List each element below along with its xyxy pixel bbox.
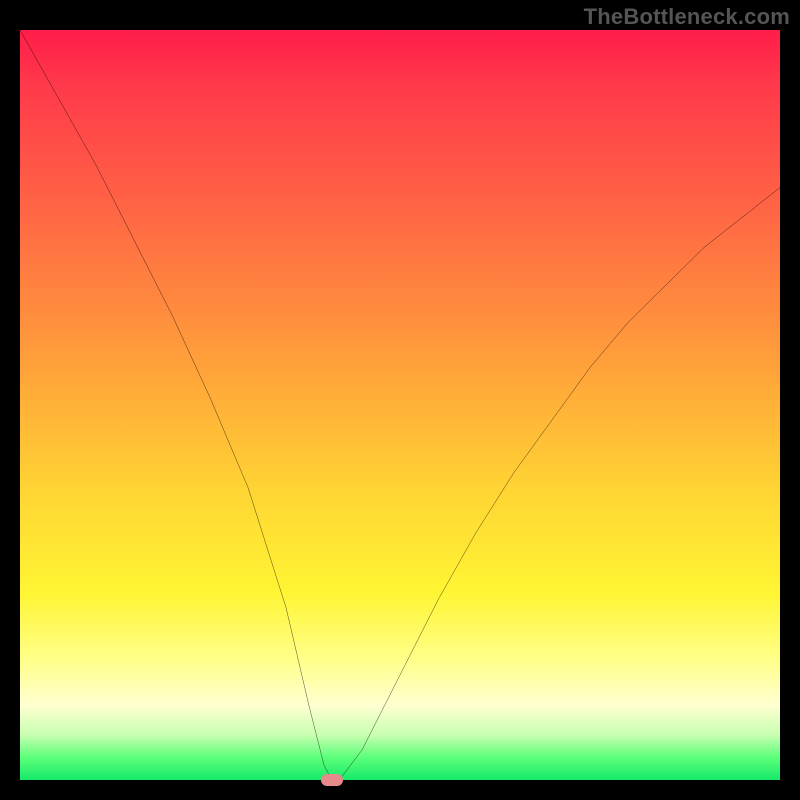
- bottleneck-marker: [321, 774, 343, 786]
- bottleneck-curve: [20, 30, 780, 780]
- chart-frame: TheBottleneck.com: [0, 0, 800, 800]
- plot-area: [20, 30, 780, 780]
- watermark-text: TheBottleneck.com: [584, 4, 790, 30]
